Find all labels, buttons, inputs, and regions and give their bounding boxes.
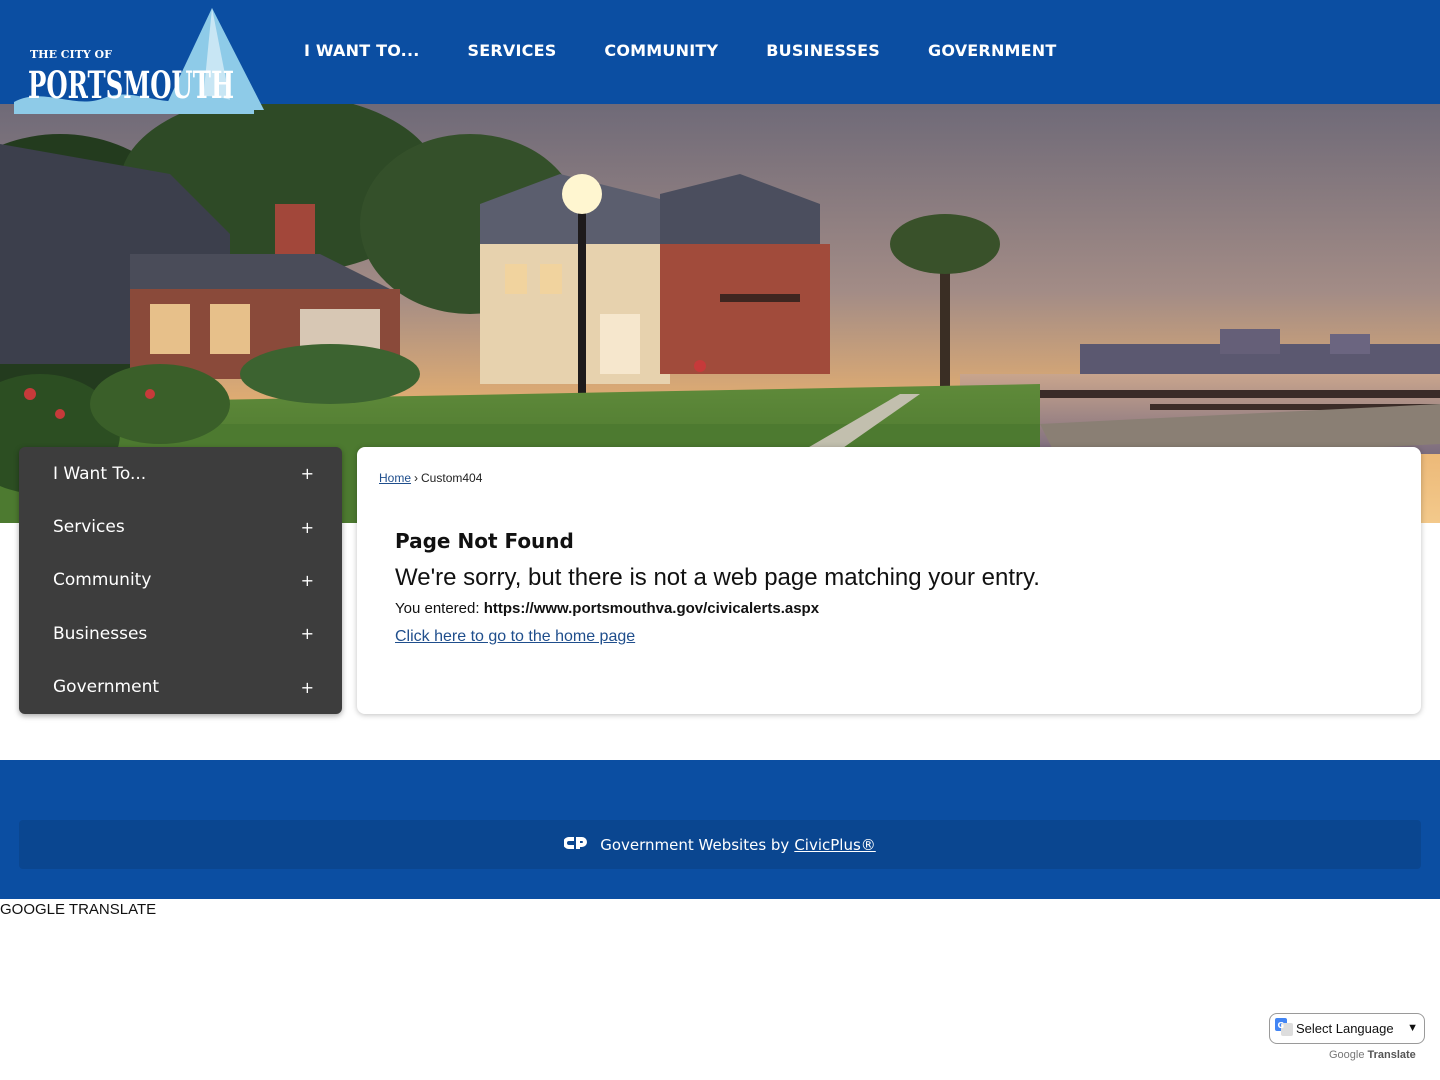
translate-link[interactable]: Translate <box>1367 1049 1415 1061</box>
breadcrumb-current: Custom404 <box>421 471 483 485</box>
sidebar-item-i-want-to[interactable]: I Want To... + <box>19 447 342 500</box>
sidebar-item-label: Community <box>53 570 152 591</box>
nav-businesses[interactable]: BUSINESSES <box>742 41 904 60</box>
civicplus-bar: Government Websites by CivicPlus® <box>19 820 1421 869</box>
sidebar-item-label: Government <box>53 677 160 698</box>
svg-text:G: G <box>1278 1021 1285 1030</box>
logo-big-text: PORTSMOUTH <box>28 63 234 107</box>
main-navigation: I WANT TO... SERVICES COMMUNITY BUSINESS… <box>280 0 1081 100</box>
google-translate-label: GOOGLE TRANSLATE <box>0 901 157 918</box>
entered-url-line: You entered: https://www.portsmouthva.go… <box>395 600 819 617</box>
sidebar-item-services[interactable]: Services + <box>19 500 342 553</box>
sidebar-item-businesses[interactable]: Businesses + <box>19 607 342 660</box>
breadcrumb: Home › Custom404 <box>379 471 482 485</box>
civicplus-link[interactable]: CivicPlus® <box>794 836 875 854</box>
site-footer: Government Websites by CivicPlus® <box>0 760 1440 899</box>
google-wordmark: Google <box>1329 1049 1365 1061</box>
expand-plus-icon[interactable]: + <box>301 624 314 643</box>
google-translate-icon: G <box>1275 1018 1293 1039</box>
home-page-link[interactable]: Click here to go to the home page <box>395 628 635 646</box>
city-logo[interactable]: THE CITY OF PORTSMOUTH <box>14 6 266 114</box>
breadcrumb-separator: › <box>414 471 419 485</box>
expand-plus-icon[interactable]: + <box>301 571 314 590</box>
content-card: Home › Custom404 Page Not Found We're sorr… <box>357 447 1421 714</box>
nav-i-want-to[interactable]: I WANT TO... <box>280 41 444 60</box>
page-title: Page Not Found <box>395 529 574 553</box>
sidebar-item-label: Businesses <box>53 623 148 644</box>
language-select-value: Select Language <box>1296 1021 1394 1036</box>
logo-small-text: THE CITY OF <box>30 48 112 61</box>
footer-text: Government Websites by <box>600 835 790 854</box>
nav-government[interactable]: GOVERNMENT <box>904 41 1080 60</box>
nav-community[interactable]: COMMUNITY <box>580 41 742 60</box>
breadcrumb-home-link[interactable]: Home <box>379 471 411 485</box>
sidebar-item-label: I Want To... <box>53 463 147 484</box>
sidebar-item-government[interactable]: Government + <box>19 661 342 714</box>
civicplus-logo-icon <box>563 835 588 855</box>
chevron-down-icon: ▼ <box>1407 1022 1418 1034</box>
expand-plus-icon[interactable]: + <box>301 678 314 697</box>
side-menu: I Want To... + Services + Community + Bu… <box>19 447 342 714</box>
expand-plus-icon[interactable]: + <box>301 464 314 483</box>
entered-url: https://www.portsmouthva.gov/civicalerts… <box>483 600 820 617</box>
powered-by-google: Google Translate <box>1329 1049 1416 1061</box>
expand-plus-icon[interactable]: + <box>301 518 314 537</box>
sidebar-item-label: Services <box>53 517 125 538</box>
error-message: We're sorry, but there is not a web page… <box>395 564 1040 591</box>
language-select[interactable]: G Select Language ▼ <box>1269 1013 1425 1044</box>
entered-label: You entered: <box>395 600 480 617</box>
sidebar-item-community[interactable]: Community + <box>19 554 342 607</box>
nav-services[interactable]: SERVICES <box>444 41 581 60</box>
